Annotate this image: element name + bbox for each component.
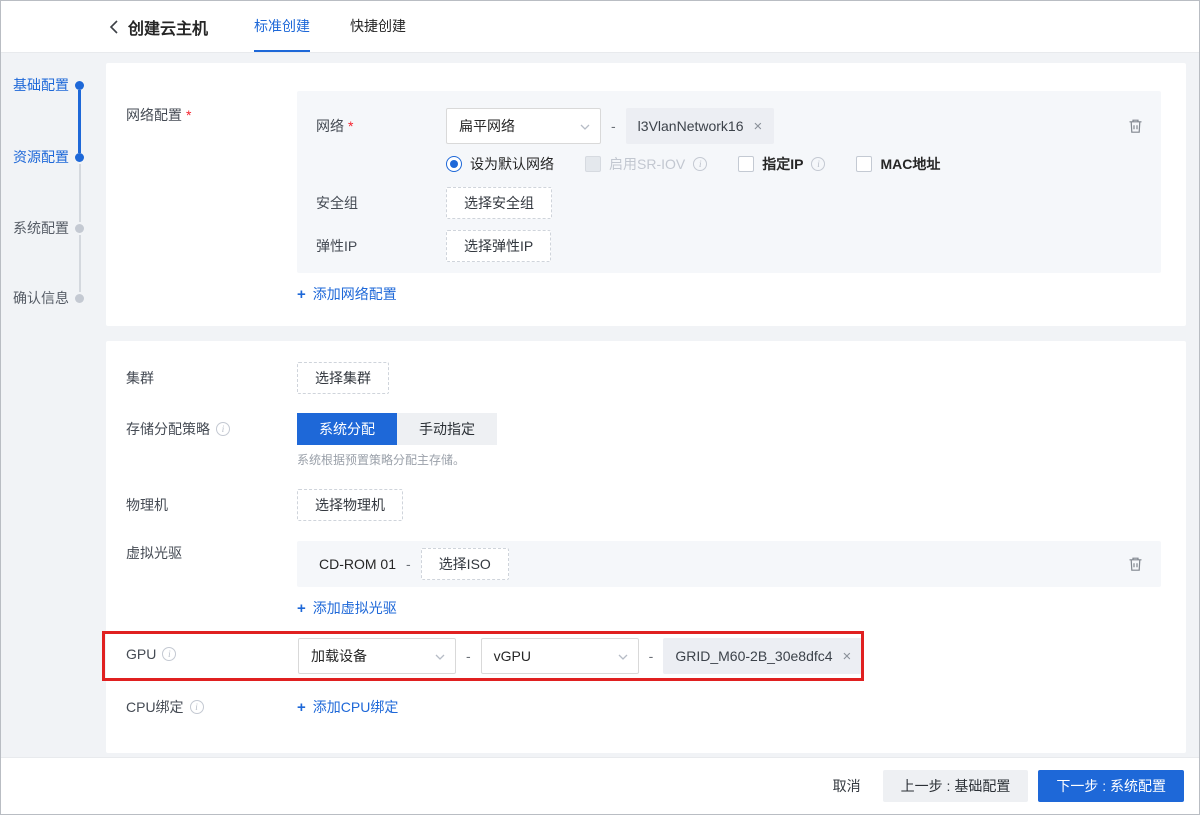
- checkbox-disabled-icon: [585, 156, 601, 172]
- trash-icon: [1128, 556, 1143, 572]
- gpu-mode-select[interactable]: 加载设备: [298, 638, 456, 674]
- mac-address-checkbox[interactable]: MAC地址: [856, 154, 940, 174]
- cancel-button[interactable]: 取消: [833, 776, 861, 796]
- remove-network-tag-icon[interactable]: ×: [754, 119, 763, 134]
- default-network-label: 设为默认网络: [470, 154, 554, 174]
- select-iso-button[interactable]: 选择ISO: [421, 548, 509, 580]
- network-panel: 网络 * 扁平网络 - l3VlanNetwork16 ×: [297, 91, 1161, 273]
- network-type-select[interactable]: 扁平网络: [446, 108, 601, 144]
- checkbox-icon: [738, 156, 754, 172]
- gpu-mode-value: 加载设备: [311, 646, 367, 666]
- cdrom-panel: CD-ROM 01 - 选择ISO: [297, 541, 1161, 587]
- sriov-label: 启用SR-IOV: [609, 154, 685, 174]
- select-security-group-button[interactable]: 选择安全组: [446, 187, 552, 219]
- cpu-pin-label: CPU绑定: [126, 697, 184, 717]
- step-dot-4: [75, 294, 84, 303]
- network-config-card: 网络配置 * 网络 * 扁平网络 - l3VlanNetwork1: [106, 63, 1186, 326]
- add-cpu-pin-link[interactable]: + 添加CPU绑定: [297, 697, 398, 717]
- storage-policy-toggle: 系统分配 手动指定: [297, 413, 497, 445]
- gpu-type-value: vGPU: [494, 648, 531, 664]
- plus-icon: +: [297, 286, 306, 303]
- cdrom-name: CD-ROM 01: [319, 556, 396, 572]
- resource-config-card: 集群 选择集群 存储分配策略 i 系统分配 手动指定 系统根据预置策略分配主存储…: [106, 341, 1186, 753]
- sriov-checkbox: 启用SR-IOV i: [585, 154, 707, 174]
- network-label: 网络: [316, 116, 344, 136]
- dash-separator: -: [406, 556, 411, 572]
- add-network-config-label: 添加网络配置: [313, 284, 397, 304]
- chevron-down-icon: [580, 124, 590, 130]
- cluster-label: 集群: [126, 368, 154, 388]
- radio-selected-icon: [446, 156, 462, 172]
- step-system-config[interactable]: 系统配置: [13, 218, 77, 238]
- cpu-pin-info-icon: i: [190, 700, 204, 714]
- default-network-radio[interactable]: 设为默认网络: [446, 154, 554, 174]
- network-config-label: 网络配置: [126, 105, 182, 125]
- chevron-down-icon: [618, 654, 628, 660]
- tab-quick-create[interactable]: 快捷创建: [350, 1, 406, 52]
- eip-label: 弹性IP: [316, 236, 446, 256]
- select-host-button[interactable]: 选择物理机: [297, 489, 403, 521]
- select-eip-button[interactable]: 选择弹性IP: [446, 230, 551, 262]
- storage-manual-assign-button[interactable]: 手动指定: [397, 413, 497, 445]
- step-dot-1: [75, 81, 84, 90]
- step-connector-2: [79, 164, 81, 222]
- next-step-button[interactable]: 下一步 : 系统配置: [1038, 770, 1184, 802]
- stepper: 基础配置 资源配置 系统配置 确认信息: [1, 53, 106, 814]
- plus-icon: +: [297, 600, 306, 617]
- gpu-info-icon: i: [162, 647, 176, 661]
- assign-ip-label: 指定IP: [762, 154, 803, 174]
- step-connector-1: [78, 90, 81, 153]
- step-resource-config[interactable]: 资源配置: [13, 147, 77, 167]
- trash-icon: [1128, 118, 1143, 134]
- add-cpu-pin-label: 添加CPU绑定: [313, 697, 399, 717]
- step-dot-3: [75, 224, 84, 233]
- add-cdrom-link[interactable]: + 添加虚拟光驱: [297, 598, 397, 618]
- delete-network-row-button[interactable]: [1128, 118, 1143, 134]
- tab-standard-create[interactable]: 标准创建: [254, 1, 310, 52]
- storage-policy-hint: 系统根据预置策略分配主存储。: [297, 451, 465, 468]
- main-area: 基础配置 资源配置 系统配置 确认信息 网络配置 * 网络: [1, 53, 1199, 814]
- security-group-label: 安全组: [316, 193, 446, 213]
- page-header: 创建云主机 标准创建 快捷创建: [1, 1, 1199, 53]
- required-asterisk: *: [186, 107, 191, 123]
- dash-separator: -: [611, 118, 616, 134]
- dash-separator: -: [649, 648, 654, 664]
- gpu-label: GPU: [126, 646, 156, 662]
- mac-address-label: MAC地址: [880, 154, 940, 174]
- cdrom-label: 虚拟光驱: [126, 543, 182, 563]
- select-cluster-button[interactable]: 选择集群: [297, 362, 389, 394]
- create-vm-page: 创建云主机 标准创建 快捷创建 基础配置 资源配置 系统配置 确认信息 网络配置…: [0, 0, 1200, 815]
- gpu-type-select[interactable]: vGPU: [481, 638, 639, 674]
- required-asterisk: *: [348, 118, 353, 134]
- step-dot-2: [75, 153, 84, 162]
- step-connector-3: [79, 235, 81, 292]
- chevron-down-icon: [435, 654, 445, 660]
- storage-policy-info-icon: i: [216, 422, 230, 436]
- gpu-device-tag-label: GRID_M60-2B_30e8dfc4: [675, 648, 832, 664]
- assign-ip-info-icon: i: [811, 157, 825, 171]
- add-network-config-link[interactable]: + 添加网络配置: [297, 284, 397, 304]
- l3-network-tag-label: l3VlanNetwork16: [638, 118, 744, 134]
- checkbox-icon: [856, 156, 872, 172]
- assign-ip-checkbox[interactable]: 指定IP i: [738, 154, 825, 174]
- back-button[interactable]: [109, 1, 118, 52]
- plus-icon: +: [297, 699, 306, 716]
- storage-system-assign-button[interactable]: 系统分配: [297, 413, 397, 445]
- gpu-device-tag: GRID_M60-2B_30e8dfc4 ×: [663, 638, 863, 674]
- step-confirm-info[interactable]: 确认信息: [13, 288, 77, 308]
- storage-policy-label: 存储分配策略: [126, 419, 210, 439]
- network-type-value: 扁平网络: [459, 116, 515, 136]
- prev-step-button[interactable]: 上一步 : 基础配置: [883, 770, 1029, 802]
- dash-separator: -: [466, 648, 471, 664]
- remove-gpu-tag-icon[interactable]: ×: [843, 649, 852, 664]
- host-label: 物理机: [126, 495, 168, 515]
- l3-network-tag: l3VlanNetwork16 ×: [626, 108, 775, 144]
- page-title: 创建云主机: [128, 1, 208, 52]
- back-chevron-icon: [109, 20, 118, 34]
- footer-bar: 取消 上一步 : 基础配置 下一步 : 系统配置: [1, 757, 1199, 814]
- step-basic-config[interactable]: 基础配置: [13, 75, 77, 95]
- add-cdrom-label: 添加虚拟光驱: [313, 598, 397, 618]
- delete-cdrom-button[interactable]: [1128, 556, 1143, 572]
- sriov-info-icon: i: [693, 157, 707, 171]
